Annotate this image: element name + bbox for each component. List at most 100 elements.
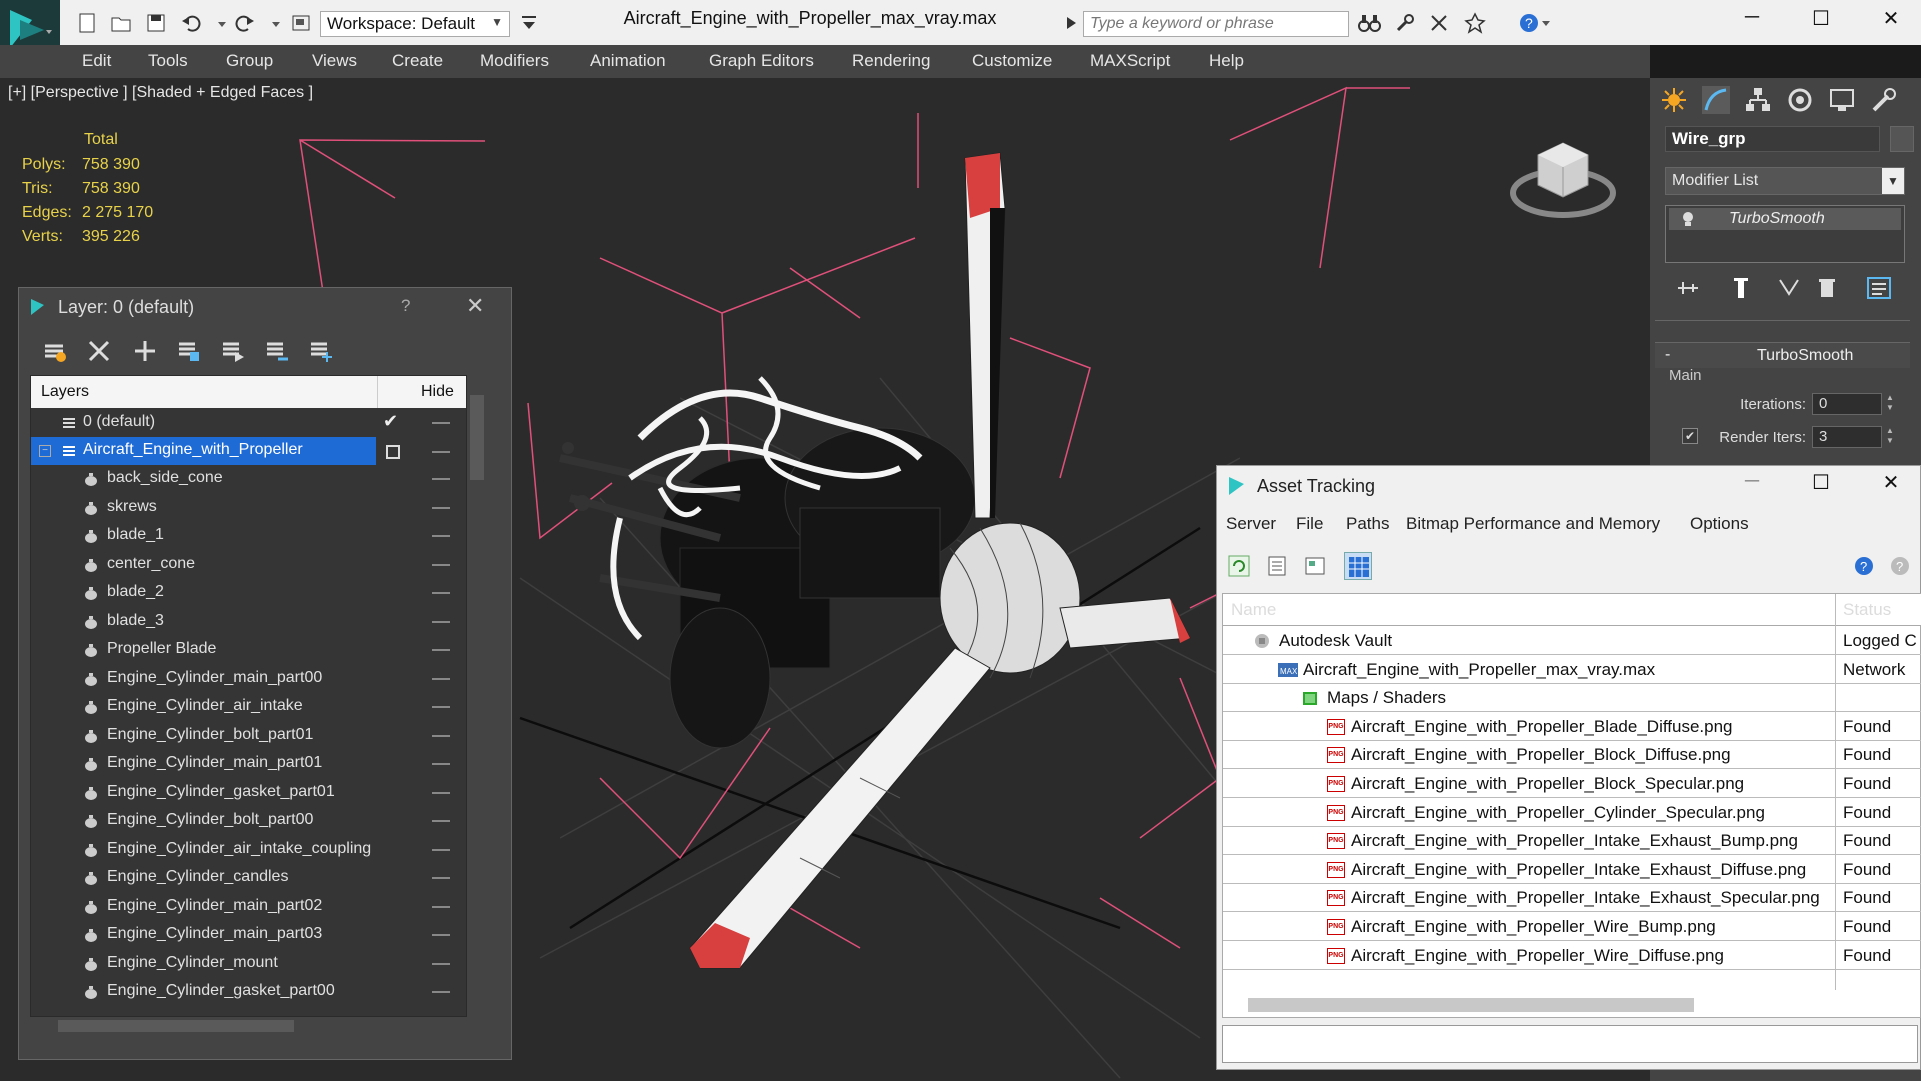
layer-row[interactable]: Engine_Cylinder_air_intake_coupling bbox=[31, 836, 466, 864]
menu-graph-editors[interactable]: Graph Editors bbox=[709, 51, 814, 71]
asset-row[interactable]: PNG Aircraft_Engine_with_Propeller_Intake… bbox=[1223, 884, 1921, 913]
asset-menu-bitmap-performance[interactable]: Bitmap Performance and Memory bbox=[1406, 514, 1660, 534]
scrollbar-horizontal[interactable] bbox=[58, 1020, 294, 1032]
thumbnail-view-icon[interactable] bbox=[1304, 555, 1326, 577]
close-button[interactable]: ✕ bbox=[1871, 470, 1911, 500]
menu-create[interactable]: Create bbox=[392, 51, 443, 71]
freeze-all-layers-icon[interactable] bbox=[308, 338, 334, 364]
hide-toggle[interactable] bbox=[432, 506, 450, 509]
remove-modifier-icon[interactable] bbox=[1814, 276, 1840, 300]
refresh-icon[interactable] bbox=[1228, 555, 1250, 577]
layer-row[interactable]: Engine_Cylinder_gasket_part01 bbox=[31, 779, 466, 807]
hide-toggle[interactable] bbox=[432, 649, 450, 651]
save-file-icon[interactable] bbox=[145, 12, 167, 34]
layer-row[interactable]: Engine_Cylinder_gasket_part00 bbox=[31, 978, 466, 1006]
column-name[interactable]: Name bbox=[1231, 600, 1276, 620]
hide-toggle[interactable] bbox=[432, 763, 450, 765]
highlight-selected-icon[interactable] bbox=[220, 338, 246, 364]
render-iters-checkbox[interactable]: ✔ bbox=[1682, 428, 1698, 444]
layer-row-default[interactable]: 0 (default) ✔ bbox=[31, 409, 466, 437]
layer-row[interactable]: Engine_Cylinder_air_intake bbox=[31, 693, 466, 721]
iterations-spinner[interactable]: 0 bbox=[1812, 393, 1882, 415]
menu-modifiers[interactable]: Modifiers bbox=[480, 51, 549, 71]
select-objects-icon[interactable] bbox=[176, 338, 202, 364]
hide-toggle[interactable] bbox=[432, 422, 450, 424]
display-tab-icon[interactable] bbox=[1828, 86, 1856, 114]
table-view-icon[interactable] bbox=[1344, 552, 1372, 580]
modify-tab-icon[interactable] bbox=[1702, 86, 1730, 114]
hide-toggle[interactable] bbox=[432, 451, 450, 453]
asset-row[interactable]: Autodesk Vault Logged C bbox=[1223, 627, 1921, 655]
hide-toggle[interactable] bbox=[432, 877, 450, 879]
asset-row[interactable]: PNG Aircraft_Engine_with_Propeller_Cylind… bbox=[1223, 799, 1921, 827]
asset-row[interactable]: PNG Aircraft_Engine_with_Propeller_Wire_D… bbox=[1223, 942, 1921, 970]
hide-toggle[interactable] bbox=[432, 905, 450, 908]
undo-icon[interactable] bbox=[180, 12, 202, 34]
new-file-icon[interactable] bbox=[76, 12, 98, 34]
menu-animation[interactable]: Animation bbox=[590, 51, 666, 71]
scrollbar-horizontal[interactable] bbox=[1248, 998, 1694, 1012]
layer-row[interactable]: Engine_Cylinder_bolt_part01 bbox=[31, 722, 466, 750]
viewcube-icon[interactable] bbox=[1508, 125, 1618, 220]
asset-path-field[interactable] bbox=[1222, 1025, 1918, 1063]
layer-row[interactable]: Engine_Cylinder_main_part01 bbox=[31, 750, 466, 778]
hide-toggle[interactable] bbox=[432, 962, 450, 965]
configure-sets-icon[interactable] bbox=[1866, 276, 1892, 300]
hide-toggle[interactable] bbox=[432, 734, 450, 737]
scrollbar-vertical[interactable] bbox=[470, 395, 484, 480]
current-layer-toggle[interactable] bbox=[386, 445, 400, 459]
tools-crossed-icon[interactable] bbox=[1428, 12, 1450, 34]
asset-row[interactable]: PNG Aircraft_Engine_with_Propeller_Block_… bbox=[1223, 741, 1921, 770]
layer-row[interactable]: center_cone bbox=[31, 551, 466, 579]
asset-row[interactable]: PNG Aircraft_Engine_with_Propeller_Wire_B… bbox=[1223, 913, 1921, 941]
layer-row[interactable]: skrews bbox=[31, 494, 466, 522]
menu-maxscript[interactable]: MAXScript bbox=[1090, 51, 1170, 71]
hide-toggle[interactable] bbox=[432, 706, 450, 708]
layer-row[interactable]: blade_2 bbox=[31, 579, 466, 607]
menu-rendering[interactable]: Rendering bbox=[852, 51, 930, 71]
list-view-icon[interactable] bbox=[1266, 555, 1288, 577]
layer-row[interactable]: Engine_Cylinder_main_part02 bbox=[31, 893, 466, 921]
delete-layer-icon[interactable] bbox=[86, 338, 112, 364]
close-button[interactable]: ✕ bbox=[466, 293, 484, 319]
maximize-button[interactable]: ☐ bbox=[1801, 470, 1841, 500]
vault-help-icon[interactable]: ? bbox=[1852, 555, 1876, 577]
binoculars-icon[interactable] bbox=[1358, 12, 1381, 34]
asset-menu-file[interactable]: File bbox=[1296, 514, 1323, 534]
wrench-icon[interactable] bbox=[1394, 12, 1416, 34]
add-to-layer-icon[interactable] bbox=[132, 338, 158, 364]
column-hide[interactable]: Hide bbox=[421, 383, 454, 401]
rollout-turbosmooth[interactable]: - TurboSmooth bbox=[1655, 342, 1910, 368]
hide-toggle[interactable] bbox=[432, 620, 450, 623]
viewport-label[interactable]: [+] [Perspective ] [Shaded + Edged Faces… bbox=[8, 84, 313, 102]
hide-toggle[interactable] bbox=[432, 820, 450, 822]
hide-toggle[interactable] bbox=[432, 592, 450, 594]
menu-help[interactable]: Help bbox=[1209, 51, 1244, 71]
redo-icon[interactable] bbox=[234, 12, 256, 34]
hide-all-layers-icon[interactable] bbox=[264, 338, 290, 364]
hide-toggle[interactable] bbox=[432, 991, 450, 993]
modifier-list-dropdown[interactable]: Modifier List ▼ bbox=[1665, 167, 1905, 195]
hide-toggle[interactable] bbox=[432, 677, 450, 680]
asset-row[interactable]: MAX Aircraft_Engine_with_Propeller_max_vr… bbox=[1223, 656, 1921, 684]
hide-toggle[interactable] bbox=[432, 791, 450, 794]
create-tab-icon[interactable] bbox=[1660, 86, 1688, 114]
asset-row[interactable]: Maps / Shaders bbox=[1223, 684, 1921, 713]
star-icon[interactable] bbox=[1464, 12, 1486, 34]
show-end-result-icon[interactable] bbox=[1728, 276, 1754, 300]
layer-row[interactable]: Engine_Cylinder_mount bbox=[31, 950, 466, 978]
hide-toggle[interactable] bbox=[432, 535, 450, 537]
layer-row[interactable]: Engine_Cylinder_bolt_part00 bbox=[31, 807, 466, 835]
asset-menu-options[interactable]: Options bbox=[1690, 514, 1749, 534]
hide-toggle[interactable] bbox=[432, 478, 450, 480]
minimize-button[interactable]: ─ bbox=[1732, 470, 1772, 500]
collapse-icon[interactable]: − bbox=[39, 445, 51, 457]
layer-row[interactable]: Engine_Cylinder_main_part00 bbox=[31, 665, 466, 693]
layer-row[interactable]: Propeller Blade bbox=[31, 636, 466, 664]
asset-row[interactable]: PNG Aircraft_Engine_with_Propeller_Intake… bbox=[1223, 856, 1921, 884]
close-button[interactable]: ✕ bbox=[1871, 6, 1911, 36]
layer-row[interactable]: Engine_Cylinder_main_part03 bbox=[31, 921, 466, 949]
maximize-button[interactable]: ☐ bbox=[1801, 6, 1841, 36]
spinner-arrows-icon[interactable]: ▲ ▼ bbox=[1886, 426, 1900, 448]
hide-toggle[interactable] bbox=[432, 848, 450, 851]
